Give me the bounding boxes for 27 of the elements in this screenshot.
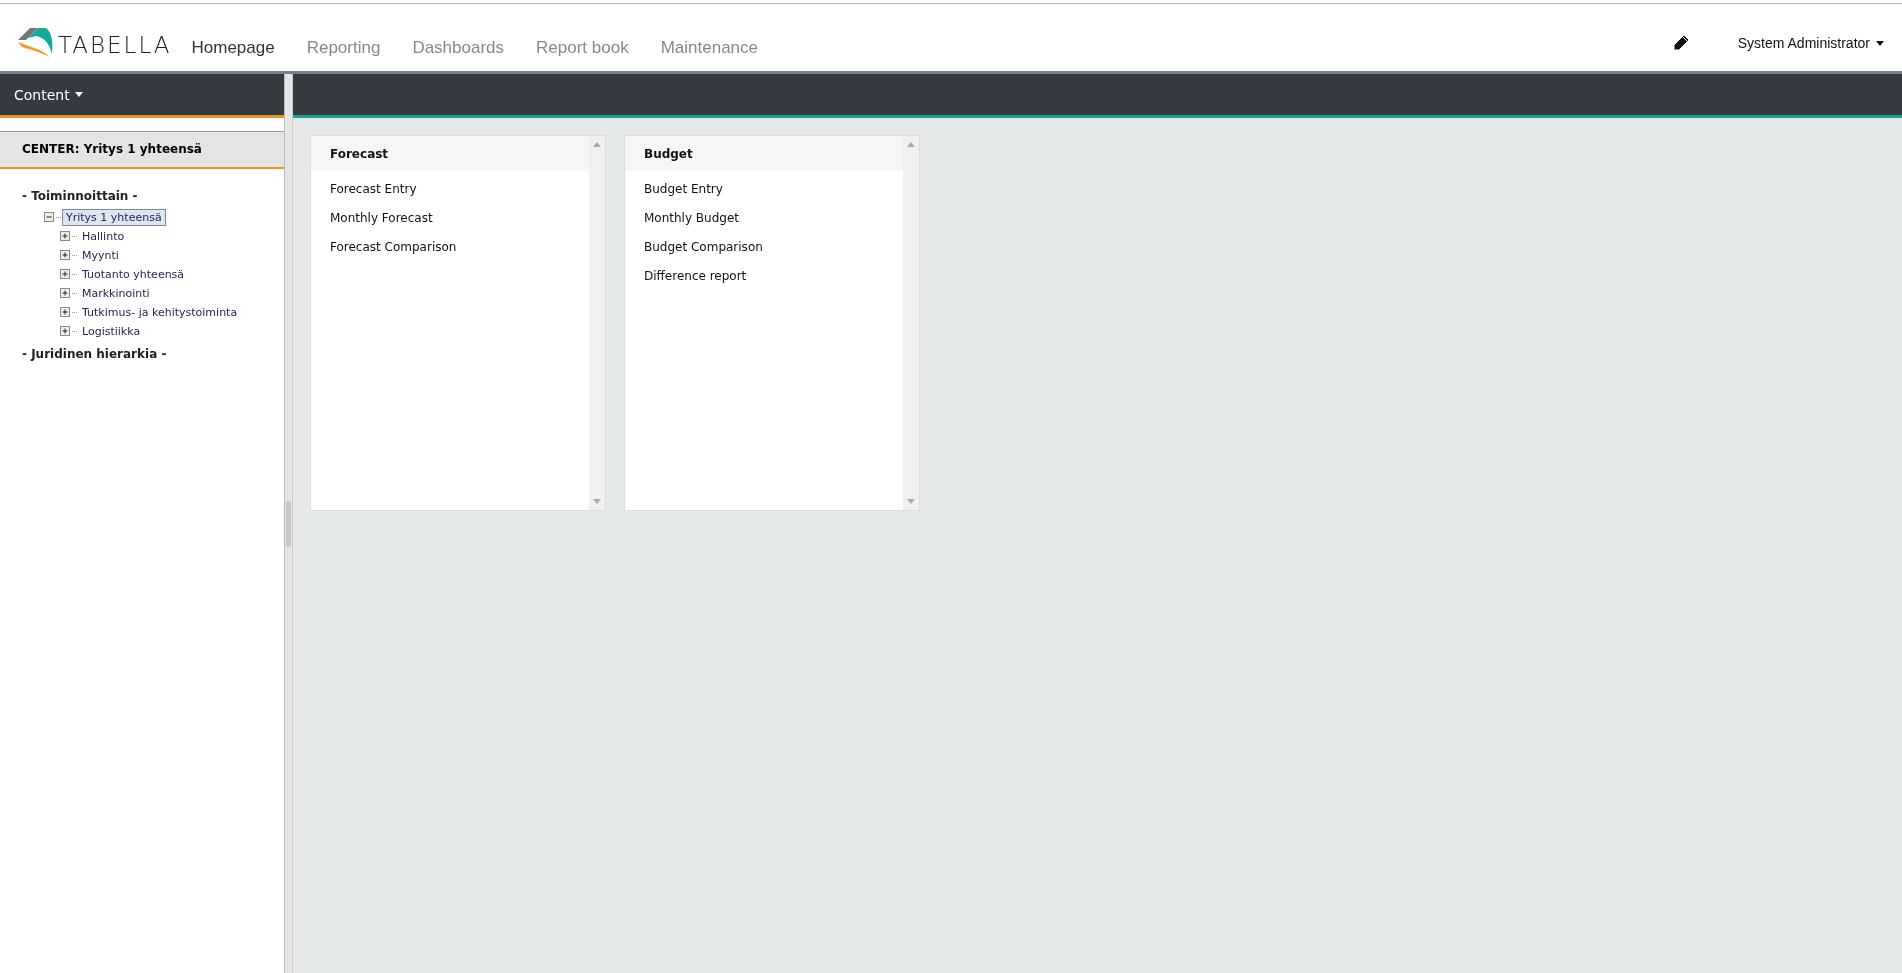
- report-link[interactable]: Forecast Entry: [311, 175, 589, 204]
- tree-item[interactable]: Logistiikka: [78, 323, 145, 340]
- nav-link[interactable]: Homepage: [191, 37, 275, 58]
- nav-link[interactable]: Report book: [536, 37, 629, 58]
- report-link[interactable]: Monthly Budget: [625, 204, 903, 233]
- user-menu[interactable]: System Administrator: [1731, 23, 1890, 52]
- tree-item[interactable]: Yritys 1 yhteensä: [62, 209, 166, 226]
- card-title: Forecast: [311, 136, 589, 171]
- report-link[interactable]: Forecast Comparison: [311, 233, 589, 262]
- tree-item[interactable]: Myynti: [78, 247, 123, 264]
- report-link[interactable]: Budget Comparison: [625, 233, 903, 262]
- nav-link[interactable]: Dashboards: [412, 37, 505, 58]
- nav-link[interactable]: Reporting: [306, 37, 381, 58]
- tree-heading[interactable]: - Toiminnoittain -: [22, 183, 262, 208]
- report-link[interactable]: Monthly Forecast: [311, 204, 589, 233]
- tree-heading[interactable]: - Juridinen hierarkia -: [22, 341, 262, 366]
- report-link[interactable]: Budget Entry: [625, 175, 903, 204]
- nav-link[interactable]: Maintenance: [660, 37, 758, 58]
- tree-item[interactable]: Markkinointi: [78, 285, 154, 302]
- center-title: CENTER: Yritys 1 yhteensä: [0, 131, 284, 169]
- tree-item[interactable]: Hallinto: [78, 228, 129, 245]
- logo-text: TABELLA: [58, 30, 172, 58]
- tree-item[interactable]: Tutkimus- ja kehitystoiminta: [78, 304, 242, 321]
- content-menu[interactable]: Content: [14, 86, 83, 103]
- tree-item[interactable]: Tuotanto yhteensä: [78, 266, 189, 283]
- report-link[interactable]: Difference report: [625, 262, 903, 291]
- card-title: Budget: [625, 136, 903, 171]
